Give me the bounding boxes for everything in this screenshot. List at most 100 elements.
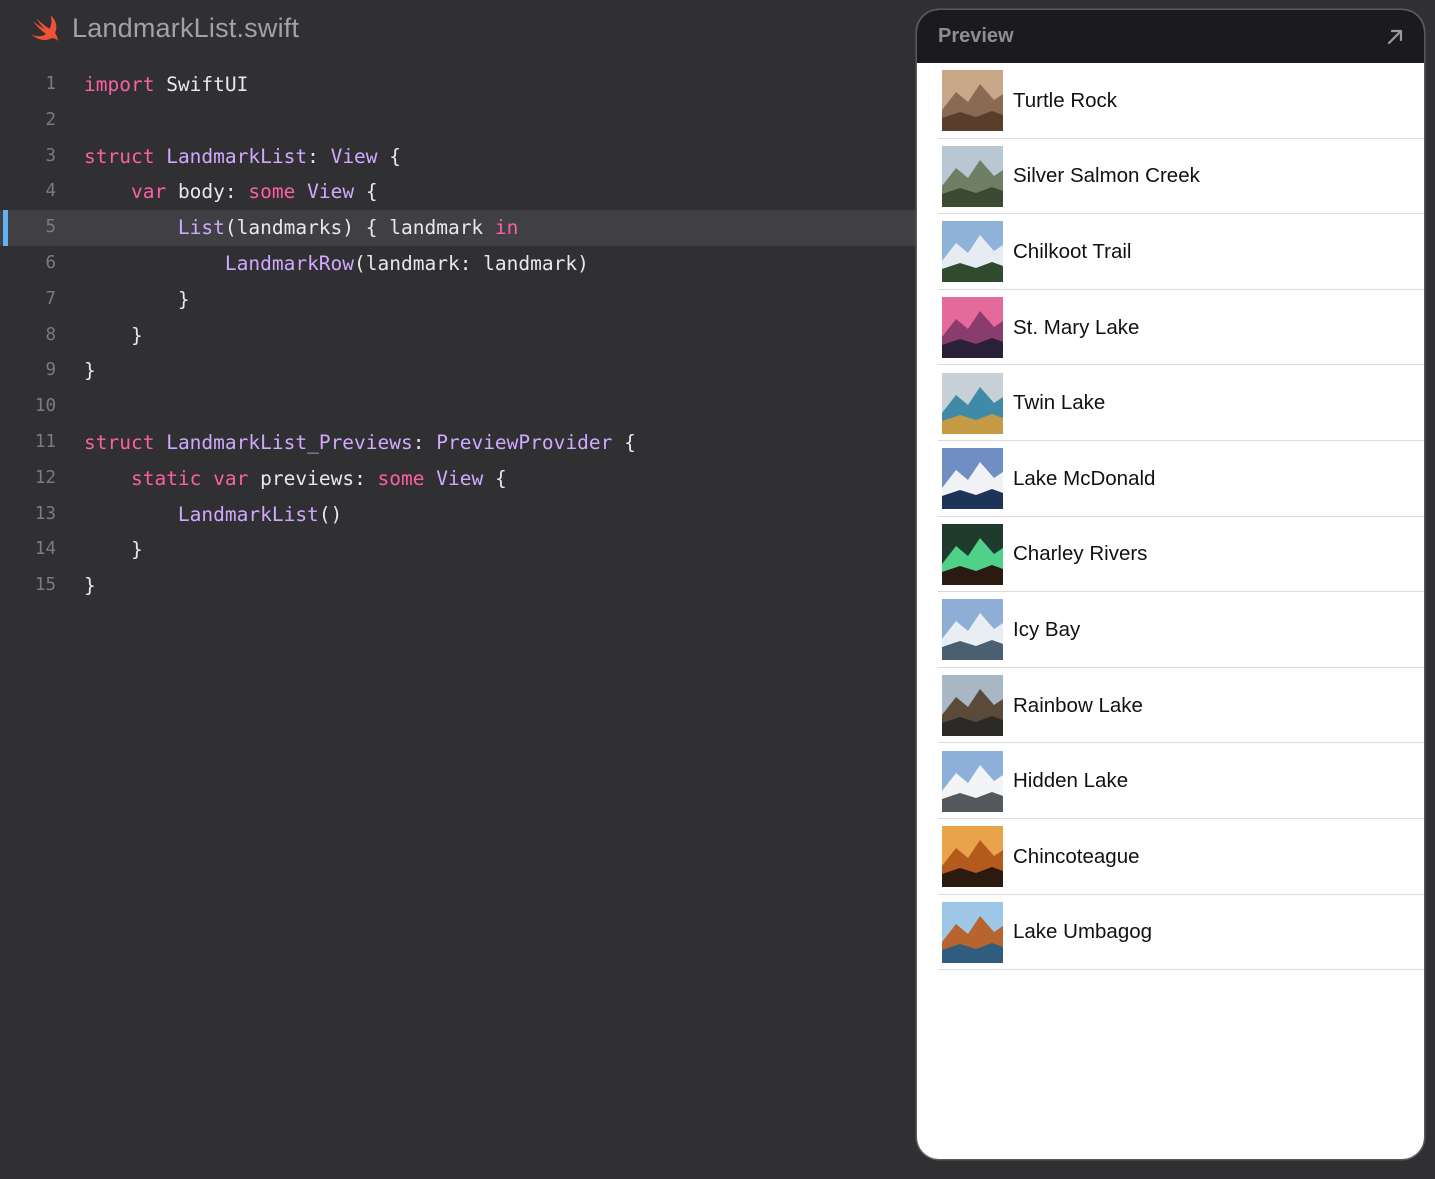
line-number: 5 <box>45 217 56 238</box>
code-line[interactable]: 13 LandmarkList() <box>0 497 917 533</box>
line-source: import SwiftUI <box>84 67 248 103</box>
landmark-row[interactable]: Icy Bay <box>917 592 1424 668</box>
landmark-name: Chincoteague <box>1013 844 1140 868</box>
swift-icon <box>28 12 62 44</box>
landmark-name: Hidden Lake <box>1013 769 1129 793</box>
line-number: 3 <box>45 145 56 166</box>
line-number: 11 <box>34 431 56 452</box>
code-line[interactable]: 7 } <box>0 282 917 318</box>
line-source: } <box>84 282 190 318</box>
landmark-thumbnail <box>942 901 1003 963</box>
line-number: 9 <box>45 360 56 381</box>
landmark-name: Lake McDonald <box>1013 466 1156 490</box>
landmark-row[interactable]: Hidden Lake <box>917 743 1424 819</box>
landmark-row[interactable]: Chincoteague <box>917 819 1424 895</box>
line-number: 10 <box>34 396 56 417</box>
plain-token: } <box>84 538 143 562</box>
landmark-row[interactable]: Turtle Rock <box>917 63 1424 139</box>
plain-token: SwiftUI <box>154 73 249 96</box>
landmark-name: Icy Bay <box>1013 617 1081 641</box>
code-line[interactable]: 3 struct LandmarkList: View { <box>0 139 917 175</box>
line-source: } <box>84 568 96 604</box>
landmark-thumbnail <box>942 372 1003 434</box>
landmark-name: Silver Salmon Creek <box>1013 164 1200 188</box>
plain-token: } <box>84 359 96 383</box>
plain-token: { <box>483 466 507 490</box>
landmark-row[interactable]: Lake McDonald <box>917 441 1424 517</box>
landmark-name: Twin Lake <box>1013 391 1106 415</box>
code-line[interactable]: 14 } <box>0 532 917 568</box>
code-line[interactable]: 2 <box>0 103 917 139</box>
code-line[interactable]: 12 static var previews: some View { <box>0 461 917 497</box>
preview-panel: Preview Turtle Rock Silver Salmon Creek Ch… <box>917 10 1424 1159</box>
keyword-token: var <box>213 466 249 490</box>
line-source: } <box>84 532 143 568</box>
keyword-token: some <box>248 180 296 204</box>
landmark-name: Rainbow Lake <box>1013 693 1143 717</box>
landmark-name: Turtle Rock <box>1013 88 1118 112</box>
keyword-token: import <box>84 73 155 96</box>
landmark-row[interactable]: Rainbow Lake <box>917 668 1424 744</box>
code-line[interactable]: 10 <box>0 389 917 425</box>
line-number: 8 <box>45 324 56 345</box>
landmark-thumbnail <box>942 297 1003 359</box>
line-number: 2 <box>45 109 56 130</box>
plain-token: } <box>84 323 143 347</box>
plain-token: () <box>318 502 343 526</box>
landmark-name: Charley Rivers <box>1013 542 1148 566</box>
line-source: struct LandmarkList_Previews: PreviewPro… <box>84 425 636 461</box>
plain-token: previews: <box>248 466 378 490</box>
plain-token: { <box>354 180 378 204</box>
plain-token: { <box>377 144 402 168</box>
line-number: 1 <box>45 74 56 94</box>
type-token: View <box>330 144 378 168</box>
code-line[interactable]: 8 } <box>0 318 917 354</box>
line-source: List(landmarks) { landmark in <box>84 210 518 246</box>
preview-title: Preview <box>938 25 1014 47</box>
type-token: List <box>177 216 225 240</box>
code-line[interactable]: 4 var body: some View { <box>0 174 917 210</box>
line-number: 14 <box>34 539 56 560</box>
landmark-thumbnail <box>942 523 1003 585</box>
landmark-list[interactable]: Turtle Rock Silver Salmon Creek Chilkoot T… <box>917 63 1424 970</box>
code-line[interactable]: 5 List(landmarks) { landmark in <box>0 210 917 246</box>
plain-token: : <box>307 144 331 168</box>
code-line[interactable]: 11 struct LandmarkList_Previews: PreviewP… <box>0 425 917 461</box>
plain-token: } <box>84 574 96 598</box>
plain-token: (landmark: landmark) <box>354 251 589 275</box>
line-source: static var previews: some View { <box>84 461 507 497</box>
code-line[interactable]: 15} <box>0 568 917 604</box>
file-name[interactable]: LandmarkList.swift <box>72 13 299 44</box>
landmark-row[interactable]: Twin Lake <box>917 365 1424 441</box>
code-editor[interactable]: 1 import SwiftUI 2 3 struct LandmarkList: Vi… <box>0 67 917 604</box>
landmark-thumbnail <box>942 448 1003 510</box>
landmark-thumbnail <box>942 145 1003 207</box>
line-source: LandmarkRow(landmark: landmark) <box>84 246 589 282</box>
preview-header: Preview <box>917 10 1424 63</box>
code-line[interactable]: 6 LandmarkRow(landmark: landmark) <box>0 246 917 282</box>
landmark-row[interactable]: Charley Rivers <box>917 517 1424 593</box>
landmark-row[interactable]: Lake Umbagog <box>917 895 1424 971</box>
line-number: 12 <box>34 467 56 488</box>
line-source: LandmarkList() <box>84 497 342 533</box>
landmark-thumbnail <box>942 221 1003 283</box>
code-line[interactable]: 1 import SwiftUI <box>0 67 917 103</box>
landmark-row[interactable]: Silver Salmon Creek <box>917 139 1424 215</box>
landmark-thumbnail <box>942 599 1003 661</box>
plain-token: (landmarks) { landmark <box>224 216 495 240</box>
file-header: LandmarkList.swift <box>28 8 299 48</box>
expand-arrow-icon[interactable] <box>1384 26 1406 48</box>
landmark-thumbnail <box>942 675 1003 737</box>
landmark-row[interactable]: Chilkoot Trail <box>917 214 1424 290</box>
keyword-token: struct <box>84 430 155 454</box>
line-number: 7 <box>45 288 56 309</box>
code-line[interactable]: 9} <box>0 353 917 389</box>
landmark-row[interactable]: St. Mary Lake <box>917 290 1424 366</box>
landmark-thumbnail <box>942 826 1003 888</box>
